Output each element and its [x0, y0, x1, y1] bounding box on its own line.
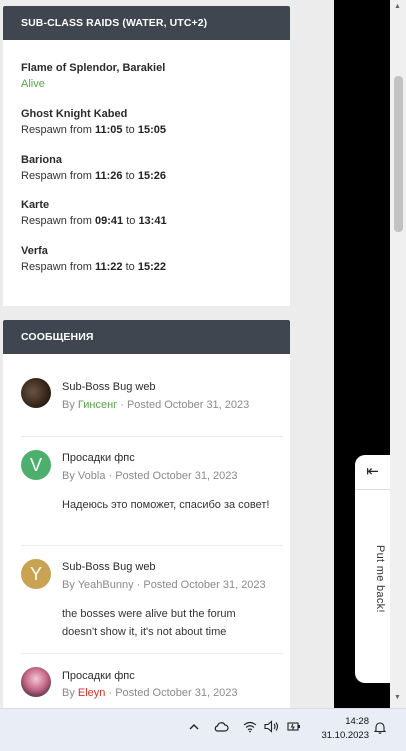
clock-date: 31.10.2023 — [321, 730, 369, 741]
put-me-back-label[interactable]: Put me back! — [374, 545, 386, 613]
raid-entry: Ghost Knight Kabed Respawn from 11:05 to… — [21, 106, 166, 138]
message-meta: By Гинсенг · Posted October 31, 2023 — [62, 399, 249, 411]
raid-entry: Bariona Respawn from 11:26 to 15:26 — [21, 152, 166, 184]
avatar[interactable]: Y — [21, 559, 51, 589]
by-label: By — [62, 470, 75, 482]
put-me-back-panel[interactable]: ⇤ Put me back! — [355, 455, 390, 683]
posted-date: · Posted October 31, 2023 — [108, 687, 238, 699]
message-excerpt: Надеюсь это поможет, спасибо за совет! — [62, 499, 270, 511]
messages-widget-title: СООБЩЕНИЯ — [3, 320, 290, 354]
bell-icon[interactable] — [373, 721, 387, 737]
respawn-prefix: Respawn from — [21, 124, 92, 136]
respawn-to-word: to — [125, 261, 135, 273]
raid-name[interactable]: Verfa — [21, 243, 166, 259]
avatar[interactable] — [21, 667, 51, 697]
raid-name[interactable]: Karte — [21, 197, 167, 213]
posted-date: · Posted October 31, 2023 — [120, 399, 250, 411]
message-title[interactable]: Sub-Boss Bug web — [62, 561, 156, 573]
respawn-prefix: Respawn from — [21, 261, 92, 273]
posted-date: · Posted October 31, 2023 — [108, 470, 238, 482]
message-author[interactable]: Гинсенг — [78, 399, 117, 411]
messages-widget: СООБЩЕНИЯ Sub-Boss Bug web By Гинсенг · … — [3, 320, 290, 708]
by-label: By — [62, 687, 75, 699]
avatar[interactable]: V — [21, 450, 51, 480]
message-excerpt: the bosses were alive but the forum does… — [62, 608, 236, 638]
message-title[interactable]: Просадки фпс — [62, 670, 135, 682]
message-author[interactable]: Vobla — [78, 470, 106, 482]
chevron-up-icon[interactable] — [188, 721, 200, 736]
raid-name[interactable]: Flame of Splendor, Barakiel — [21, 60, 165, 76]
raids-widget-title: SUB-CLASS RAIDS (WATER, UTC+2) — [3, 6, 290, 40]
divider — [21, 653, 283, 654]
cloud-icon[interactable] — [213, 721, 229, 736]
raid-respawn: Respawn from 11:22 to 15:22 — [21, 259, 166, 275]
raid-respawn: Respawn from 09:41 to 13:41 — [21, 213, 167, 229]
system-clock[interactable]: 14:28 31.10.2023 — [315, 715, 369, 743]
respawn-prefix: Respawn from — [21, 215, 92, 227]
respawn-to-word: to — [125, 170, 135, 182]
respawn-to-word: to — [126, 215, 136, 227]
message-author[interactable]: YeahBunny — [78, 579, 134, 591]
divider — [21, 545, 283, 546]
divider — [21, 436, 283, 437]
raid-status-alive: Alive — [21, 78, 45, 90]
wifi-icon[interactable] — [243, 720, 257, 736]
message-meta: By Eleyn · Posted October 31, 2023 — [62, 687, 238, 699]
raid-name[interactable]: Bariona — [21, 152, 166, 168]
posted-date: · Posted October 31, 2023 — [136, 579, 266, 591]
scrollbar-thumb[interactable] — [394, 76, 403, 232]
speaker-icon[interactable] — [264, 720, 280, 736]
taskbar: 14:28 31.10.2023 — [0, 708, 406, 751]
arrow-left-to-bar-icon[interactable]: ⇤ — [355, 455, 390, 490]
respawn-prefix: Respawn from — [21, 170, 92, 182]
subclass-raids-widget: SUB-CLASS RAIDS (WATER, UTC+2) Flame of … — [3, 6, 290, 306]
message-meta: By YeahBunny · Posted October 31, 2023 — [62, 579, 266, 591]
forum-page: SUB-CLASS RAIDS (WATER, UTC+2) Flame of … — [0, 0, 334, 708]
raid-name[interactable]: Ghost Knight Kabed — [21, 106, 166, 122]
raid-entry: Flame of Splendor, Barakiel Alive — [21, 60, 165, 92]
avatar[interactable] — [21, 378, 51, 408]
scroll-up-arrow-icon[interactable]: ▲ — [394, 3, 401, 10]
scroll-down-arrow-icon[interactable]: ▼ — [394, 694, 401, 701]
respawn-from: 11:26 — [94, 170, 123, 182]
respawn-to: 13:41 — [138, 215, 167, 227]
raid-entry: Karte Respawn from 09:41 to 13:41 — [21, 197, 167, 229]
respawn-to: 15:22 — [137, 261, 166, 273]
raid-respawn: Respawn from 11:05 to 15:05 — [21, 122, 166, 138]
respawn-to: 15:05 — [137, 124, 166, 136]
raid-respawn: Respawn from 11:26 to 15:26 — [21, 168, 166, 184]
by-label: By — [62, 579, 75, 591]
message-author[interactable]: Eleyn — [78, 687, 106, 699]
respawn-to: 15:26 — [137, 170, 166, 182]
raid-entry: Verfa Respawn from 11:22 to 15:22 — [21, 243, 166, 275]
respawn-from: 11:05 — [94, 124, 123, 136]
clock-time: 14:28 — [345, 716, 369, 727]
respawn-from: 11:22 — [94, 261, 123, 273]
message-title[interactable]: Просадки фпс — [62, 452, 135, 464]
respawn-from: 09:41 — [94, 215, 124, 227]
by-label: By — [62, 399, 75, 411]
message-meta: By Vobla · Posted October 31, 2023 — [62, 470, 238, 482]
respawn-to-word: to — [125, 124, 135, 136]
message-title[interactable]: Sub-Boss Bug web — [62, 381, 156, 393]
battery-icon[interactable] — [287, 720, 301, 736]
